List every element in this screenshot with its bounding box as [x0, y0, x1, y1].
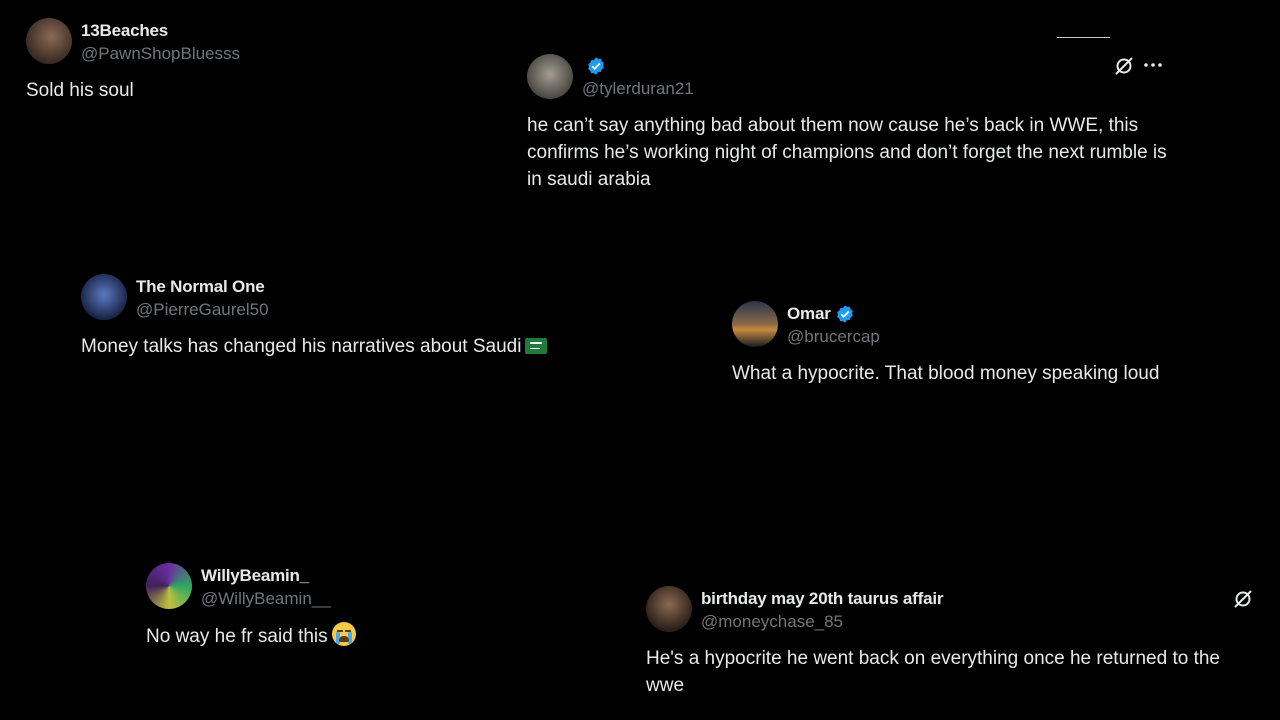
display-name[interactable]: birthday may 20th taurus affair [701, 589, 943, 609]
tweet-card[interactable]: @tylerduran21 he can’t say anything bad … [527, 54, 1177, 193]
tweet-card[interactable]: 13Beaches @PawnShopBluesss Sold his soul [26, 18, 486, 104]
avatar[interactable] [527, 54, 573, 99]
tweet-text: he can’t say anything bad about them now… [527, 115, 1167, 190]
tweet-header: Omar @brucercap [732, 301, 1232, 347]
avatar[interactable] [146, 563, 192, 609]
tweet-text: What a hypocrite. That blood money speak… [732, 363, 1160, 384]
grok-icon[interactable] [1232, 588, 1254, 610]
verified-badge-icon [588, 57, 604, 75]
avatar[interactable] [646, 586, 692, 632]
grok-icon[interactable] [1113, 55, 1135, 77]
tweet-card[interactable]: Omar @brucercap What a hypocrite. That b… [732, 301, 1232, 387]
tweet-card[interactable]: birthday may 20th taurus affair @moneych… [646, 586, 1256, 699]
verified-badge-icon [836, 304, 853, 323]
saudi-flag-emoji [525, 338, 548, 354]
tweet-header: The Normal One @PierreGaurel50 [81, 274, 641, 320]
avatar[interactable] [81, 274, 127, 320]
display-name[interactable]: 13Beaches [81, 21, 168, 41]
loudly-crying-face-emoji [331, 622, 356, 646]
tweet-card[interactable]: The Normal One @PierreGaurel50 Money tal… [81, 274, 641, 360]
display-name[interactable]: Omar [787, 304, 831, 324]
user-handle[interactable]: @PierreGaurel50 [136, 300, 269, 320]
tweet-header: WillyBeamin_ @WillyBeamin__ [146, 563, 546, 609]
tweet-text: Money talks has changed his narratives a… [81, 336, 522, 357]
user-handle[interactable]: @brucercap [787, 327, 880, 347]
tweet-text: He's a hypocrite he went back on everyth… [646, 648, 1220, 696]
user-handle[interactable]: @tylerduran21 [582, 79, 694, 99]
user-handle[interactable]: @PawnShopBluesss [81, 44, 240, 64]
tweet-header: @tylerduran21 [527, 54, 1177, 99]
avatar[interactable] [732, 301, 778, 347]
divider-line [1057, 37, 1110, 38]
more-icon[interactable] [1143, 60, 1163, 70]
display-name[interactable]: WillyBeamin_ [201, 566, 309, 586]
display-name[interactable]: The Normal One [136, 277, 265, 297]
tweet-text-row: No way he fr said this [146, 622, 546, 650]
tweet-text: No way he fr said this [146, 626, 328, 647]
tweet-text-row: Money talks has changed his narratives a… [81, 333, 641, 360]
user-handle[interactable]: @moneychase_85 [701, 612, 943, 632]
tweet-card[interactable]: WillyBeamin_ @WillyBeamin__ No way he fr… [146, 563, 546, 650]
user-handle[interactable]: @WillyBeamin__ [201, 589, 331, 609]
avatar[interactable] [26, 18, 72, 64]
tweet-header: 13Beaches @PawnShopBluesss [26, 18, 486, 64]
tweet-text: Sold his soul [26, 80, 134, 101]
tweet-header: birthday may 20th taurus affair @moneych… [646, 586, 1256, 632]
